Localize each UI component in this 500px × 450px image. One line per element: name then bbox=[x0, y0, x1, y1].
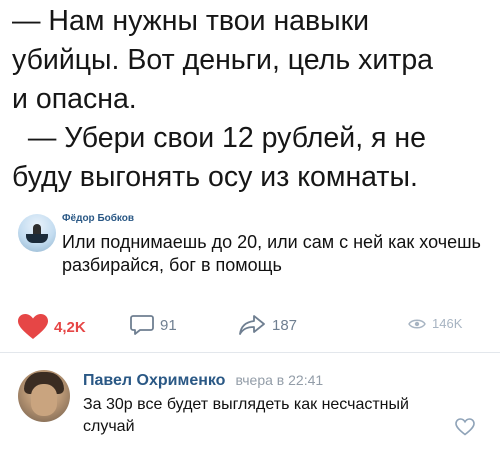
comment-author-name[interactable]: Павел Охрименко bbox=[83, 372, 225, 390]
share-count: 187 bbox=[272, 316, 298, 334]
post-line: и опасна. bbox=[12, 83, 137, 115]
views-count: 146K bbox=[432, 316, 463, 331]
avatar-face bbox=[31, 384, 57, 416]
avatar[interactable] bbox=[18, 370, 70, 422]
heart-outline-icon[interactable] bbox=[455, 418, 475, 436]
comment-author-name[interactable]: Фёдор Бобков bbox=[62, 213, 134, 224]
comment-header: Павел Охрименко вчера в 22:41 bbox=[83, 372, 323, 390]
divider bbox=[0, 352, 500, 353]
post-line: — Убери свои 12 рублей, я не bbox=[12, 122, 426, 154]
post-line: буду выгонять осу из комнаты. bbox=[12, 161, 418, 193]
comment-button[interactable]: 91 bbox=[130, 314, 177, 336]
share-arrow-icon bbox=[239, 315, 265, 335]
post-actions-bar: 4,2K 91 187 146K bbox=[0, 304, 500, 344]
comment-text: Или поднимаешь до 20, или сам с ней как … bbox=[62, 232, 481, 275]
views-counter: 146K bbox=[408, 316, 462, 331]
eye-icon bbox=[408, 319, 426, 328]
comment-text: За 30р все будет выглядеть как несчастны… bbox=[83, 396, 409, 435]
post-text: — Нам нужны твои навыки убийцы. Вот день… bbox=[12, 2, 492, 197]
share-button[interactable]: 187 bbox=[238, 314, 297, 336]
comment-timestamp[interactable]: вчера в 22:41 bbox=[235, 372, 323, 388]
avatar[interactable] bbox=[18, 214, 56, 252]
comment-count: 91 bbox=[160, 316, 177, 334]
comment-icon bbox=[130, 315, 154, 335]
avatar-boat bbox=[26, 234, 48, 243]
post-line: убийцы. Вот деньги, цель хитра bbox=[12, 44, 434, 76]
like-count: 4,2K bbox=[54, 318, 86, 336]
heart-icon bbox=[18, 314, 48, 339]
like-button[interactable]: 4,2K bbox=[18, 314, 86, 340]
post-line: — Нам нужны твои навыки bbox=[12, 5, 370, 37]
